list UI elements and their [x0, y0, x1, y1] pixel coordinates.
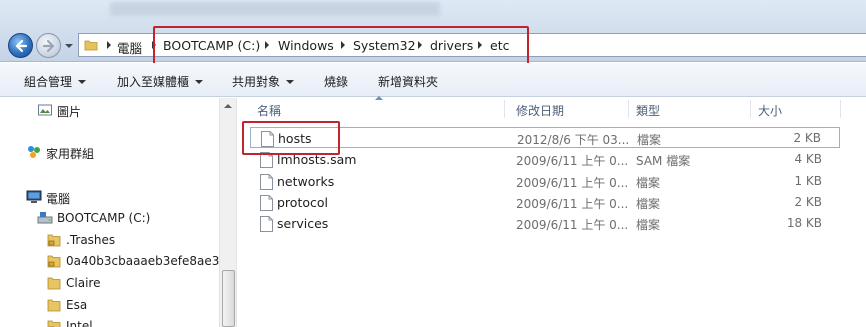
file-icon	[260, 174, 273, 190]
file-type: 檔案	[636, 218, 661, 232]
file-icon	[260, 216, 273, 232]
scroll-up-arrow-icon[interactable]	[224, 104, 232, 108]
nav-item-label: 電腦	[46, 192, 71, 206]
nav-item-label: 家用群組	[46, 147, 95, 161]
file-type: 檔案	[636, 176, 661, 190]
drive-icon	[37, 212, 53, 224]
file-size: 1 KB	[794, 174, 822, 188]
file-modified: 2009/6/11 上午 0...	[516, 176, 629, 190]
folder-icon	[47, 277, 61, 290]
forward-button[interactable]	[36, 33, 61, 58]
blurred-window-title	[110, 2, 440, 16]
dropdown-caret-icon	[195, 80, 204, 84]
file-row-protocol[interactable]: protocol 2009/6/11 上午 0... 檔案 2 KB	[250, 192, 840, 213]
column-header-size[interactable]: 大小	[750, 98, 840, 120]
file-row-networks[interactable]: networks 2009/6/11 上午 0... 檔案 1 KB	[250, 171, 840, 192]
file-type: 檔案	[637, 133, 662, 147]
file-icon	[260, 195, 273, 211]
file-size: 2 KB	[794, 195, 822, 209]
folder-icon	[47, 299, 61, 312]
file-size: 2 KB	[793, 131, 821, 145]
column-header-label: 修改日期	[516, 104, 565, 118]
locked-folder-icon	[47, 234, 61, 247]
nav-item-label: Intel	[66, 319, 93, 327]
column-header-type[interactable]: 類型	[628, 98, 750, 120]
organize-label: 組合管理	[24, 75, 73, 89]
command-bar: 組合管理 加入至媒體櫃 共用對象 燒錄 新增資料夾	[0, 63, 866, 97]
back-button[interactable]	[8, 33, 33, 58]
file-modified: 2012/8/6 下午 03...	[517, 133, 630, 147]
new-folder-button[interactable]: 新增資料夾	[378, 73, 438, 90]
breadcrumb-computer[interactable]: 電腦	[117, 38, 142, 57]
share-with-menu[interactable]: 共用對象	[232, 73, 295, 90]
include-in-library-menu[interactable]: 加入至媒體櫃	[117, 73, 204, 90]
navigation-bar: 電腦 BOOTCAMP (C:) Windows System32 driver…	[0, 0, 866, 66]
recent-pages-icon[interactable]	[63, 40, 75, 52]
back-arrow-icon	[15, 39, 28, 53]
highlight-box-hosts	[242, 121, 340, 155]
nav-item-label: 0a40b3cbaaaeb3efe8ae31	[66, 254, 228, 268]
file-name: networks	[277, 174, 335, 189]
share-with-label: 共用對象	[232, 75, 281, 89]
include-in-library-label: 加入至媒體櫃	[117, 75, 190, 89]
file-row-services[interactable]: services 2009/6/11 上午 0... 檔案 18 KB	[250, 213, 840, 234]
column-header-name[interactable]: 名稱	[242, 98, 504, 120]
chevron-right-icon[interactable]	[106, 40, 112, 50]
nav-item-label: BOOTCAMP (C:)	[57, 211, 151, 225]
scrollbar-thumb[interactable]	[222, 270, 235, 327]
file-size: 18 KB	[786, 216, 822, 230]
file-name: services	[277, 216, 329, 231]
organize-menu[interactable]: 組合管理	[24, 73, 87, 90]
nav-item-label: Claire	[66, 276, 101, 290]
locked-folder-icon	[47, 320, 61, 327]
pictures-icon	[38, 104, 52, 116]
file-size: 4 KB	[794, 152, 822, 166]
file-modified: 2009/6/11 上午 0...	[516, 197, 629, 211]
locked-folder-icon	[47, 255, 61, 268]
file-modified: 2009/6/11 上午 0...	[516, 218, 629, 232]
forward-arrow-icon	[42, 39, 55, 53]
file-list: 名稱 修改日期 類型 大小 hosts 2012/8/6 下午 03... 檔案…	[242, 96, 866, 327]
dropdown-caret-icon	[78, 80, 87, 84]
computer-icon	[26, 190, 42, 203]
column-header-label: 類型	[636, 104, 661, 118]
navigation-pane: 圖片 家用群組 電腦 BOOTCAMP (C:) .Trashes 0a40b3…	[0, 98, 236, 327]
homegroup-icon	[28, 146, 40, 158]
file-modified: 2009/6/11 上午 0...	[516, 154, 629, 168]
file-type: SAM 檔案	[636, 154, 691, 168]
column-header-modified[interactable]: 修改日期	[504, 98, 628, 120]
column-divider[interactable]	[840, 100, 841, 118]
burn-button[interactable]: 燒錄	[324, 73, 348, 90]
nav-item-label: 圖片	[57, 105, 82, 119]
column-header-label: 大小	[758, 104, 783, 118]
nav-item-label: .Trashes	[66, 233, 116, 247]
file-type: 檔案	[636, 197, 661, 211]
dropdown-caret-icon	[286, 80, 295, 84]
file-name: protocol	[277, 195, 328, 210]
navigation-pane-scrollbar[interactable]	[219, 98, 236, 327]
folder-icon	[84, 40, 98, 51]
highlight-box-path	[153, 26, 529, 66]
nav-item-label: Esa	[66, 298, 88, 312]
column-header-label: 名稱	[257, 104, 282, 118]
